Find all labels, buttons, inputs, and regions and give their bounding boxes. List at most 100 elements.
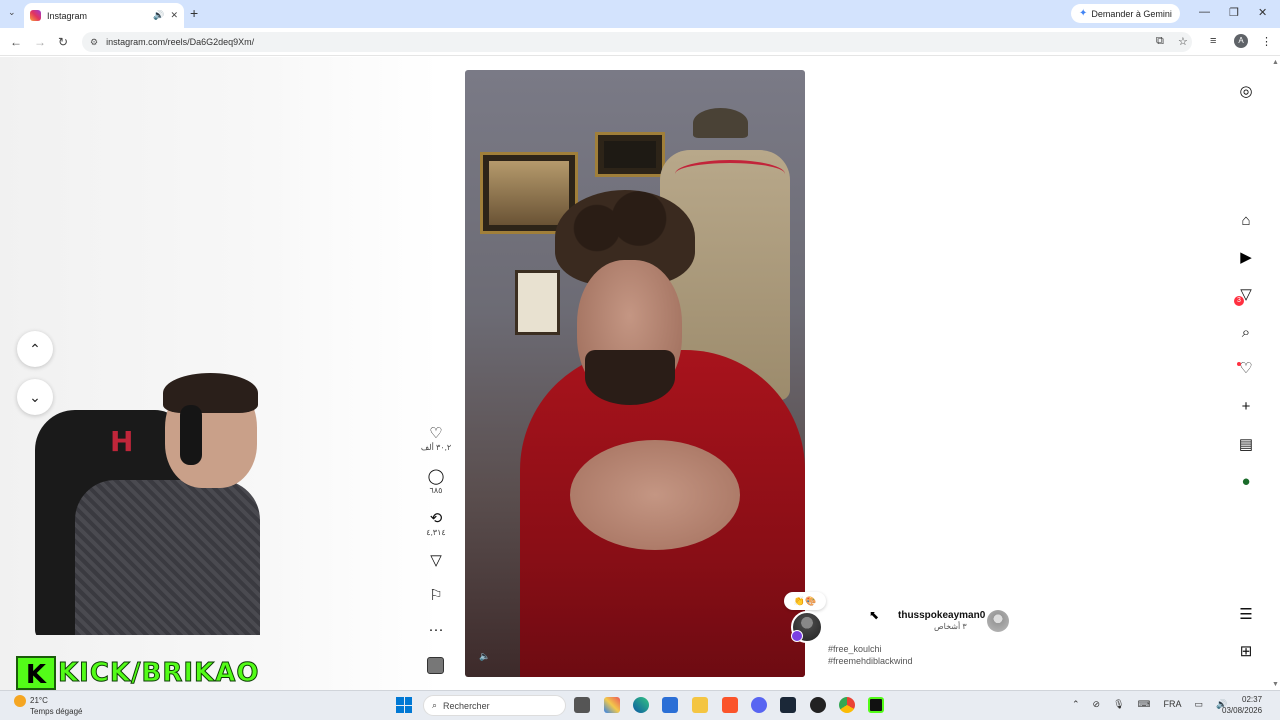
- system-tray: ⌃ ⊘ 🎙 ⌨ FRA ▭ 🔊: [1072, 699, 1227, 710]
- bookmark-icon[interactable]: ⚐: [420, 588, 452, 604]
- task-view-icon[interactable]: [574, 697, 590, 713]
- minimize-icon[interactable]: —: [1199, 6, 1210, 18]
- wall-calligraphy-frame: [595, 132, 665, 177]
- date: 03/08/2026: [1222, 706, 1263, 715]
- speaker-icon[interactable]: 🔊: [153, 10, 164, 21]
- menu-kebab-icon[interactable]: ⋮: [1261, 35, 1272, 48]
- kick-channel-text: KICK/BRIKAO: [57, 658, 260, 689]
- display-icon[interactable]: ▭: [1195, 699, 1204, 710]
- hashtag-link[interactable]: #freemehdiblackwind: [828, 656, 913, 666]
- instagram-favicon-icon: [30, 10, 41, 21]
- close-tab-icon[interactable]: ✕: [170, 10, 178, 21]
- creator-badge-icon: [791, 630, 803, 642]
- time: 02:37: [1242, 695, 1263, 704]
- previous-reel-button[interactable]: ⌃: [17, 331, 53, 367]
- weather-desc: Temps dégagé: [30, 707, 83, 716]
- kick-app-icon[interactable]: [868, 697, 884, 713]
- back-icon[interactable]: ←: [10, 35, 22, 49]
- new-tab-button[interactable]: +: [190, 5, 198, 21]
- save-action[interactable]: ⚐: [420, 588, 452, 604]
- search-icon: ⌕: [432, 700, 438, 710]
- messages-badge: 3: [1234, 296, 1244, 306]
- taskbar-search-placeholder: Rechercher: [443, 700, 490, 711]
- create-plus-icon[interactable]: +: [1236, 397, 1256, 417]
- more-dots-icon[interactable]: ···: [420, 622, 452, 638]
- comment-action[interactable]: ◯ ٦٨٥: [420, 469, 452, 496]
- file-explorer-icon[interactable]: [692, 697, 708, 713]
- address-bar[interactable]: ⚙ instagram.com/reels/Da6G2deq9Xm/: [82, 32, 1192, 52]
- kick-overlay: K KICK/BRIKAO: [16, 656, 278, 690]
- close-window-icon[interactable]: ✕: [1258, 6, 1267, 19]
- hashtag-link[interactable]: #free_koulchi: [828, 644, 882, 654]
- reels-icon[interactable]: ▶: [1236, 248, 1256, 268]
- hanging-hat: [693, 108, 748, 138]
- copilot-icon[interactable]: [604, 697, 620, 713]
- comment-icon[interactable]: ◯: [420, 469, 452, 485]
- dashboard-icon[interactable]: ▤: [1236, 435, 1256, 455]
- brave-icon[interactable]: [722, 697, 738, 713]
- clock[interactable]: 02:37 03/08/2026: [1222, 694, 1262, 716]
- app-icon[interactable]: [810, 697, 826, 713]
- network-off-icon[interactable]: ⊘: [1093, 699, 1101, 710]
- mouse-cursor-icon: ⬉: [869, 608, 880, 622]
- windows-taskbar: 21°C Temps dégagé ⌕ Rechercher ⌃ ⊘ 🎙 ⌨ F…: [0, 690, 1280, 720]
- restore-icon[interactable]: ❐: [1229, 6, 1239, 19]
- tray-chevron-icon[interactable]: ⌃: [1072, 699, 1080, 710]
- windows-start-icon[interactable]: [396, 697, 412, 713]
- audio-thumbnail[interactable]: [427, 657, 444, 674]
- search-icon[interactable]: ⌕: [1236, 323, 1256, 343]
- keyboard-icon[interactable]: ⌨: [1138, 699, 1151, 710]
- streamer-hair: [163, 373, 258, 413]
- tab-title: Instagram: [47, 10, 88, 21]
- language-indicator[interactable]: FRA: [1164, 699, 1182, 710]
- bookmark-star-icon[interactable]: ☆: [1178, 35, 1188, 48]
- heart-icon[interactable]: ♡: [420, 426, 452, 442]
- instagram-logo-icon[interactable]: ◎: [1236, 82, 1256, 102]
- install-app-icon[interactable]: ⧉: [1156, 35, 1164, 48]
- chrome-icon[interactable]: [839, 697, 855, 713]
- taskbar-search[interactable]: ⌕ Rechercher: [423, 695, 566, 716]
- share-action[interactable]: ▽: [420, 553, 452, 569]
- store-icon[interactable]: [662, 697, 678, 713]
- reload-icon[interactable]: ↻: [58, 35, 68, 49]
- gemini-button[interactable]: ✦ Demander à Gemini: [1071, 4, 1180, 23]
- username-link[interactable]: thusspokeayman0: [898, 610, 985, 621]
- like-action[interactable]: ♡ ٣٠,٢ ألف: [420, 426, 452, 453]
- person-beard: [585, 350, 675, 405]
- tab-search-icon[interactable]: ⌄: [8, 7, 16, 18]
- discord-icon[interactable]: [751, 697, 767, 713]
- send-icon[interactable]: ▽: [420, 553, 452, 569]
- chevron-up-icon: ⌃: [29, 340, 41, 357]
- notification-dot: [1237, 362, 1241, 366]
- toolbar: ← → ↻ ⚙ instagram.com/reels/Da6G2deq9Xm/…: [0, 28, 1280, 56]
- edge-icon[interactable]: [633, 697, 649, 713]
- browser-tab[interactable]: Instagram 🔊 ✕: [24, 3, 184, 28]
- profile-avatar-icon[interactable]: ●: [1236, 472, 1256, 492]
- red-hanger: [675, 160, 785, 188]
- steam-icon[interactable]: [780, 697, 796, 713]
- microphone-icon[interactable]: 🎙: [1113, 699, 1124, 710]
- reposts-count: ٤,٣١٤: [426, 528, 446, 537]
- forward-icon[interactable]: →: [34, 35, 46, 49]
- site-info-icon[interactable]: ⚙: [90, 37, 98, 48]
- weather-temp: 21°C: [30, 696, 48, 706]
- page-scrollbar[interactable]: ▲ ▼: [1270, 57, 1280, 690]
- repost-icon[interactable]: ⟲: [420, 511, 452, 527]
- user-avatar[interactable]: [987, 610, 1009, 632]
- home-icon[interactable]: ⌂: [1236, 211, 1256, 231]
- wall-certificate-frame: [515, 270, 560, 335]
- gemini-label: Demander à Gemini: [1091, 8, 1172, 19]
- tab-strip: ⌄ Instagram 🔊 ✕ + ✦ Demander à Gemini — …: [0, 0, 1280, 28]
- reel-video[interactable]: 🔈: [465, 70, 805, 677]
- profile-avatar[interactable]: A: [1234, 34, 1248, 48]
- more-action[interactable]: ···: [420, 622, 452, 638]
- volume-icon[interactable]: 🔈: [479, 651, 490, 662]
- apps-grid-icon[interactable]: ⊞: [1236, 642, 1256, 662]
- hamburger-menu-icon[interactable]: ☰: [1236, 605, 1256, 625]
- repost-action[interactable]: ⟲ ٤,٣١٤: [420, 511, 452, 538]
- weather-widget[interactable]: 21°C Temps dégagé: [14, 695, 82, 717]
- scroll-down-icon[interactable]: ▼: [1272, 681, 1279, 688]
- streamer-body: [75, 480, 260, 635]
- reading-list-icon[interactable]: ≡: [1210, 35, 1216, 47]
- scroll-up-icon[interactable]: ▲: [1272, 59, 1279, 66]
